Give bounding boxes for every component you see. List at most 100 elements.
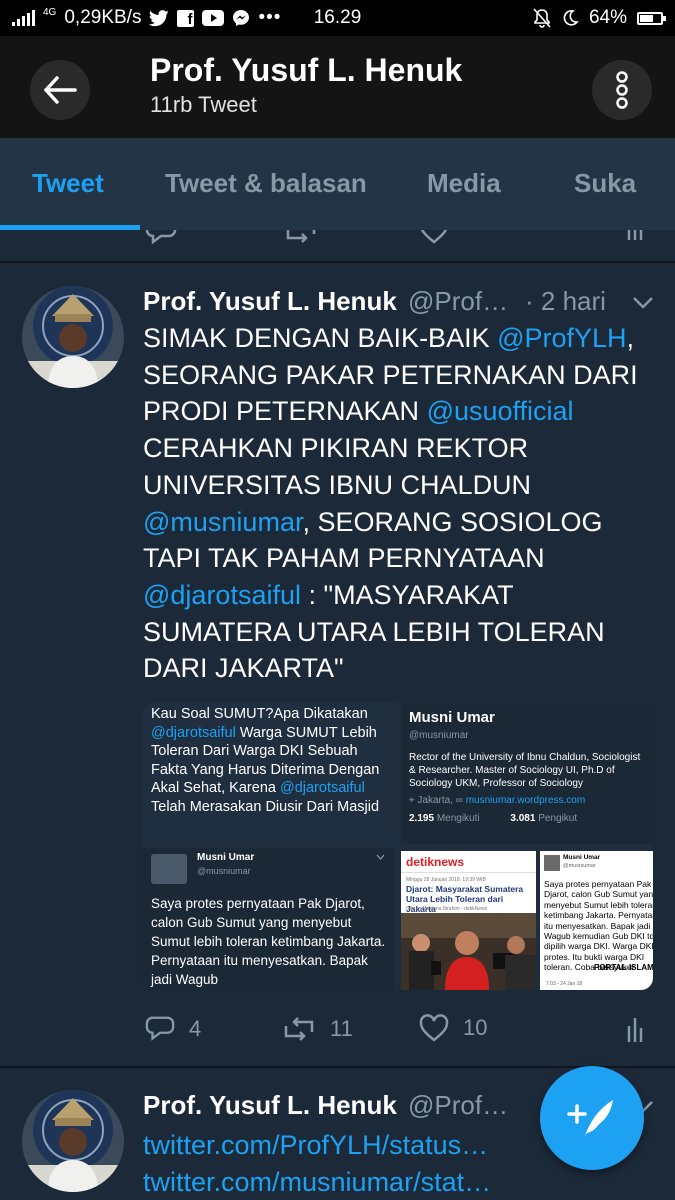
mention-link[interactable]: @musniumar — [143, 507, 302, 537]
more-vertical-icon — [616, 71, 628, 109]
arrow-left-icon — [44, 76, 77, 104]
like-icon[interactable] — [419, 230, 449, 244]
following-count: 2.195 — [409, 813, 435, 824]
news-date: Minggu 28 Januari 2018, 19:39 WIB — [406, 877, 486, 883]
location-pin-icon: ⌖ — [409, 795, 415, 806]
media-mention: @djarotsaiful — [279, 780, 365, 796]
tweet-link[interactable]: twitter.com/musniumar/stat… — [143, 1167, 491, 1198]
following-label: Mengikuti — [436, 813, 480, 824]
retweet-icon[interactable] — [284, 230, 318, 244]
tweet-separator — [0, 1066, 675, 1068]
screenshot-handle: @musniumar — [563, 863, 596, 869]
media-profile-card[interactable]: Musni Umar @musniumar Rector of the Univ… — [401, 703, 653, 844]
tweet-count: 11rb Tweet — [150, 92, 257, 117]
reply-icon[interactable] — [145, 230, 177, 244]
youtube-notification-icon — [202, 10, 225, 26]
tweet-time: · 2 hari — [525, 286, 606, 316]
tab-media[interactable]: Media — [427, 168, 501, 199]
profile-title: Prof. Yusuf L. Henuk — [150, 52, 463, 88]
previous-tweet-actions — [0, 230, 675, 260]
media-profile-website: musniumar.wordpress.com — [465, 795, 586, 806]
media-profile-name: Musni Umar — [409, 709, 495, 726]
news-photo — [401, 913, 536, 990]
facebook-notification-icon: f — [177, 9, 195, 27]
chevron-down-icon[interactable] — [632, 296, 654, 310]
reply-action[interactable]: 4 — [145, 1014, 201, 1044]
retweet-action[interactable]: 11 — [282, 1016, 353, 1042]
retweet-icon — [284, 1017, 314, 1041]
avatar[interactable] — [22, 286, 124, 388]
like-count: 10 — [463, 1015, 488, 1040]
avatar[interactable] — [22, 1090, 124, 1192]
battery-icon — [637, 11, 666, 25]
status-right: 64% — [533, 7, 666, 29]
screenshot-watermark: PORTAL-ISLAM — [594, 963, 653, 972]
tab-likes[interactable]: Suka — [574, 168, 636, 199]
followers-label: Pengikut — [538, 813, 578, 824]
avatar-image — [22, 1090, 124, 1192]
link-icon: ∞ — [455, 795, 463, 806]
signal-icon — [12, 10, 35, 26]
like-icon — [419, 1014, 449, 1042]
tweet-text-part: CERAHKAN PIKIRAN REKTOR UNIVERSITAS IBNU… — [143, 433, 532, 500]
tab-tweet[interactable]: Tweet — [32, 168, 104, 199]
more-notifications-icon: ••• — [258, 7, 282, 28]
media-text: Telah Merasakan Diusir Dari Masjid — [151, 798, 380, 815]
chevron-down-icon — [376, 854, 385, 860]
network-type: 4G — [43, 6, 57, 18]
analytics-icon[interactable] — [626, 1016, 644, 1044]
muted-bell-icon — [533, 8, 551, 28]
status-left: 4G 0,29KB/s f ••• — [12, 7, 281, 29]
tweet-separator — [0, 261, 675, 263]
media-profile-location: Jakarta, — [417, 795, 453, 806]
author-handle[interactable]: @Prof… — [408, 286, 508, 317]
battery-percent: 64% — [588, 7, 627, 28]
author-name[interactable]: Prof. Yusuf L. Henuk — [143, 1090, 397, 1121]
mention-link[interactable]: @usuofficial — [427, 396, 574, 426]
tweet-link[interactable]: twitter.com/ProfYLH/status… — [143, 1130, 488, 1161]
status-bar: 4G 0,29KB/s f ••• 16.29 64% — [0, 0, 675, 36]
media-news-article[interactable]: detiknews Minggu 28 Januari 2018, 19:39 … — [401, 851, 536, 990]
tweet-media-grid[interactable]: Kau Soal SUMUT?Apa Dikatakan @djarotsaif… — [143, 703, 653, 990]
profile-tabs: Tweet Tweet & balasan Media Suka — [0, 138, 675, 230]
screenshot-text: Saya protes pernyataan Pak Djarot, calon… — [544, 879, 653, 973]
media-embedded-tweet[interactable]: Musni Umar @musniumar Saya protes pernya… — [143, 848, 395, 990]
author-handle[interactable]: @Prof… — [408, 1090, 508, 1121]
news-byline: Gibran Maulana Ibrahim - detikNews — [406, 906, 488, 912]
screenshot-avatar — [544, 855, 560, 871]
mention-link[interactable]: @ProfYLH — [497, 323, 626, 353]
like-action[interactable]: 10 — [419, 1014, 487, 1042]
embedded-avatar — [151, 854, 187, 884]
do-not-disturb-moon-icon — [563, 10, 579, 26]
media-screenshot-text[interactable]: Kau Soal SUMUT?Apa Dikatakan @djarotsaif… — [143, 703, 395, 844]
compose-feather-icon — [567, 1100, 613, 1136]
media-profile-bio: Rector of the University of Ibnu Chaldun… — [409, 752, 641, 789]
messenger-notification-icon — [233, 10, 250, 26]
media-text: Kau Soal SUMUT?Apa Dikatakan — [151, 706, 368, 722]
screenshot-name: Musni Umar — [563, 854, 601, 861]
followers-count: 3.081 — [510, 813, 536, 824]
media-tweet-screenshot[interactable]: Musni Umar @musniumar Saya protes pernya… — [540, 851, 653, 990]
profile-header: Prof. Yusuf L. Henuk 11rb Tweet — [0, 36, 675, 138]
mention-link[interactable]: @djarotsaiful — [143, 580, 301, 610]
embedded-handle: @musniumar — [197, 866, 251, 876]
retweet-count: 11 — [330, 1016, 353, 1041]
author-name[interactable]: Prof. Yusuf L. Henuk — [143, 286, 397, 317]
tweet-text: SIMAK DENGAN BAIK-BAIK @ProfYLH, SEORANG… — [143, 320, 653, 687]
reply-count: 4 — [189, 1016, 202, 1041]
network-speed: 0,29KB/s — [64, 7, 142, 28]
compose-tweet-button[interactable] — [540, 1066, 644, 1170]
avatar-image — [22, 286, 124, 388]
screenshot-time: 7:03 - 24 Jan 18 — [546, 981, 583, 987]
reply-icon — [145, 1016, 175, 1041]
twitter-notification-icon — [149, 9, 170, 26]
media-mention: @djarotsaiful — [151, 724, 236, 741]
analytics-icon[interactable] — [626, 230, 644, 242]
back-button[interactable] — [30, 60, 90, 120]
news-brand: detiknews — [406, 855, 465, 869]
overflow-menu-button[interactable] — [592, 60, 652, 120]
tweet-text-part: SIMAK DENGAN BAIK-BAIK — [143, 323, 498, 353]
embedded-text: Saya protes pernyataan Pak Djarot, calon… — [151, 896, 386, 987]
media-profile-handle: @musniumar — [409, 730, 469, 741]
tab-tweet-replies[interactable]: Tweet & balasan — [165, 168, 367, 199]
